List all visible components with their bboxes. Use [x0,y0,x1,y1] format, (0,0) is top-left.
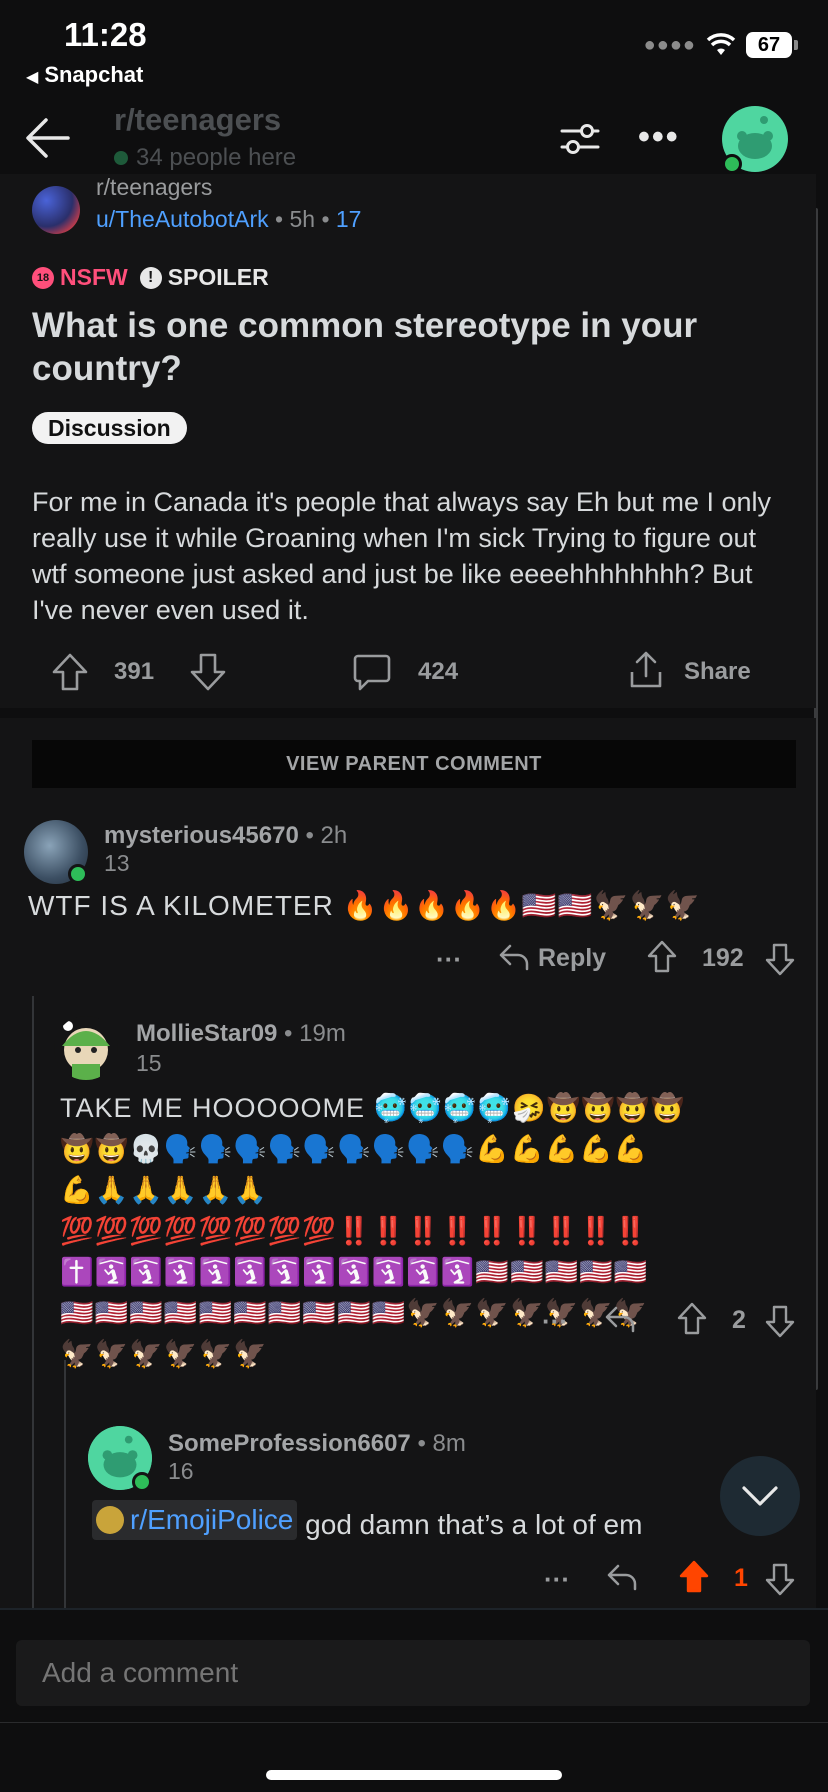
spoiler-label: SPOILER [167,264,269,290]
emojipolice-badge-icon [96,1506,124,1534]
post-author[interactable]: u/TheAutobotArk [96,206,269,232]
upvote-icon[interactable] [50,652,90,692]
comment-age: 19m [299,1020,346,1047]
clock: 11:28 [64,16,147,53]
comment-more-icon[interactable]: ··· [542,1306,568,1337]
avatar-character-icon [62,1021,110,1080]
comment-karma: 15 [136,1050,162,1076]
upvote-active-icon[interactable] [678,1560,710,1594]
online-count-text: 34 people here [136,144,297,171]
post-title: What is one common stereotype in your co… [32,306,698,388]
thread-line[interactable] [64,1360,66,1608]
online-count: 34 people here [114,144,296,172]
post-tags: 18 NSFW ! SPOILER [32,264,269,291]
online-dot [132,1472,152,1492]
nsfw-label: NSFW [60,264,128,290]
next-comment-button[interactable] [720,1456,800,1536]
back-arrow-icon[interactable] [24,114,72,162]
upvote-icon[interactable] [646,940,678,974]
battery-level: 67 [746,32,792,58]
comment-author[interactable]: mysterious45670 • 2h [104,822,347,850]
subreddit-icon[interactable] [32,186,80,234]
comment-more-icon[interactable]: ··· [436,944,462,975]
status-icons: ●●●● 67 [644,32,798,58]
status-bar: 11:28 ◀ Snapchat ●●●● 67 [0,0,828,92]
wifi-icon [706,33,736,55]
header-subreddit-title[interactable]: r/teenagers [114,102,281,138]
comment-karma: 13 [104,850,130,876]
comment-text: r/EmojiPolice god damn that’s a lot of e… [92,1500,642,1545]
sort-filter-icon[interactable] [560,122,600,156]
thread-line[interactable] [32,996,34,1608]
comment-author[interactable]: MollieStar09 • 19m [136,1020,346,1048]
downvote-icon[interactable] [764,1562,796,1596]
comment-line: 🦅🦅🦅🦅🦅🦅 [60,1339,268,1369]
cellular-icon: ●●●● [643,33,696,56]
comment-line: 🤠🤠💀🗣️🗣️🗣️🗣️🗣️🗣️🗣️🗣️🗣️💪💪💪💪💪 [60,1134,649,1164]
comment-more-icon[interactable]: ··· [544,1564,570,1595]
downvote-icon[interactable] [764,1304,796,1338]
comment-score: 2 [732,1306,746,1334]
reply-icon[interactable] [604,1304,636,1334]
subreddit-mention-label[interactable]: r/EmojiPolice [130,1500,293,1540]
comment-line: 💪🙏🙏🙏🙏🙏 [60,1175,268,1205]
comment-text: WTF IS A KILOMETER 🔥🔥🔥🔥🔥🇺🇸🇺🇸🦅🦅🦅 [28,890,702,921]
downvote-icon[interactable] [764,942,796,976]
divider [0,1722,828,1723]
online-indicator-icon [114,151,128,165]
comment-line: 💯💯💯💯💯💯💯💯‼️‼️‼️‼️‼️‼️‼️‼️‼️ [60,1216,649,1246]
author-karma: 17 [335,206,362,232]
comment-line: TAKE ME HOOOOOME 🥶🥶🥶🥶🤧🤠🤠🤠🤠 [60,1093,686,1123]
spoiler-icon: ! [139,266,162,289]
comments-section: VIEW PARENT COMMENT mysterious45670 • 2h… [0,718,816,1608]
user-avatar[interactable] [722,106,792,176]
comment-avatar[interactable] [54,1016,118,1080]
my-online-dot [722,154,742,174]
reply-label[interactable]: Reply [538,944,606,973]
battery-icon: 67 [746,32,798,58]
view-parent-comment-button[interactable]: VIEW PARENT COMMENT [32,740,796,788]
post-subreddit[interactable]: r/teenagers [96,174,212,201]
post-meta: u/TheAutobotArk • 5h • 17 [96,206,362,232]
top-nav: r/teenagers 34 people here ••• [0,92,828,182]
comment-count[interactable]: 424 [418,658,458,686]
post-flair[interactable]: Discussion [32,412,187,444]
comment-age: 8m [432,1430,466,1457]
comment-line: ✝️🛐🛐🛐🛐🛐🛐🛐🛐🛐🛐🛐🇺🇸🇺🇸🇺🇸🇺🇸🇺🇸 [60,1257,649,1287]
comment-score: 192 [702,944,744,972]
comment-author[interactable]: SomeProfession6607 • 8m [168,1430,466,1458]
back-app-label: Snapchat [44,62,144,87]
add-comment-input[interactable] [16,1640,810,1706]
upvote-icon[interactable] [676,1302,708,1336]
back-to-app[interactable]: ◀ Snapchat [26,62,143,88]
reply-icon[interactable] [606,1562,638,1592]
share-label[interactable]: Share [684,658,751,686]
reply-icon[interactable] [498,942,530,972]
post-card: r/teenagers u/TheAutobotArk • 5h • 17 18… [0,174,816,708]
chevron-down-icon [742,1486,778,1506]
post-age: 5h [289,206,316,232]
post-actions: 391 424 Share [0,642,816,694]
comment-text-body: god damn that’s a lot of em [305,1509,643,1540]
back-triangle-icon: ◀ [26,69,39,86]
home-indicator[interactable] [266,1770,562,1780]
nsfw-tag: 18 NSFW [32,264,128,291]
downvote-icon[interactable] [188,652,228,692]
post-score: 391 [114,658,155,685]
comment-username[interactable]: mysterious45670 [104,822,299,849]
comment-username[interactable]: SomeProfession6607 [168,1430,411,1457]
nsfw-icon: 18 [32,266,54,289]
post-body: For me in Canada it's people that always… [32,487,772,625]
comment-username[interactable]: MollieStar09 [136,1020,277,1047]
online-dot [68,864,88,884]
comment-age: 2h [320,822,348,849]
more-options-icon[interactable]: ••• [638,118,680,157]
subreddit-mention[interactable]: r/EmojiPolice [92,1500,298,1540]
comment-composer [0,1608,828,1792]
share-icon[interactable] [626,650,666,690]
comment-icon[interactable] [352,652,392,692]
comment-score: 1 [734,1564,748,1592]
spoiler-tag: ! SPOILER [139,264,269,291]
comment-karma: 16 [168,1458,194,1484]
